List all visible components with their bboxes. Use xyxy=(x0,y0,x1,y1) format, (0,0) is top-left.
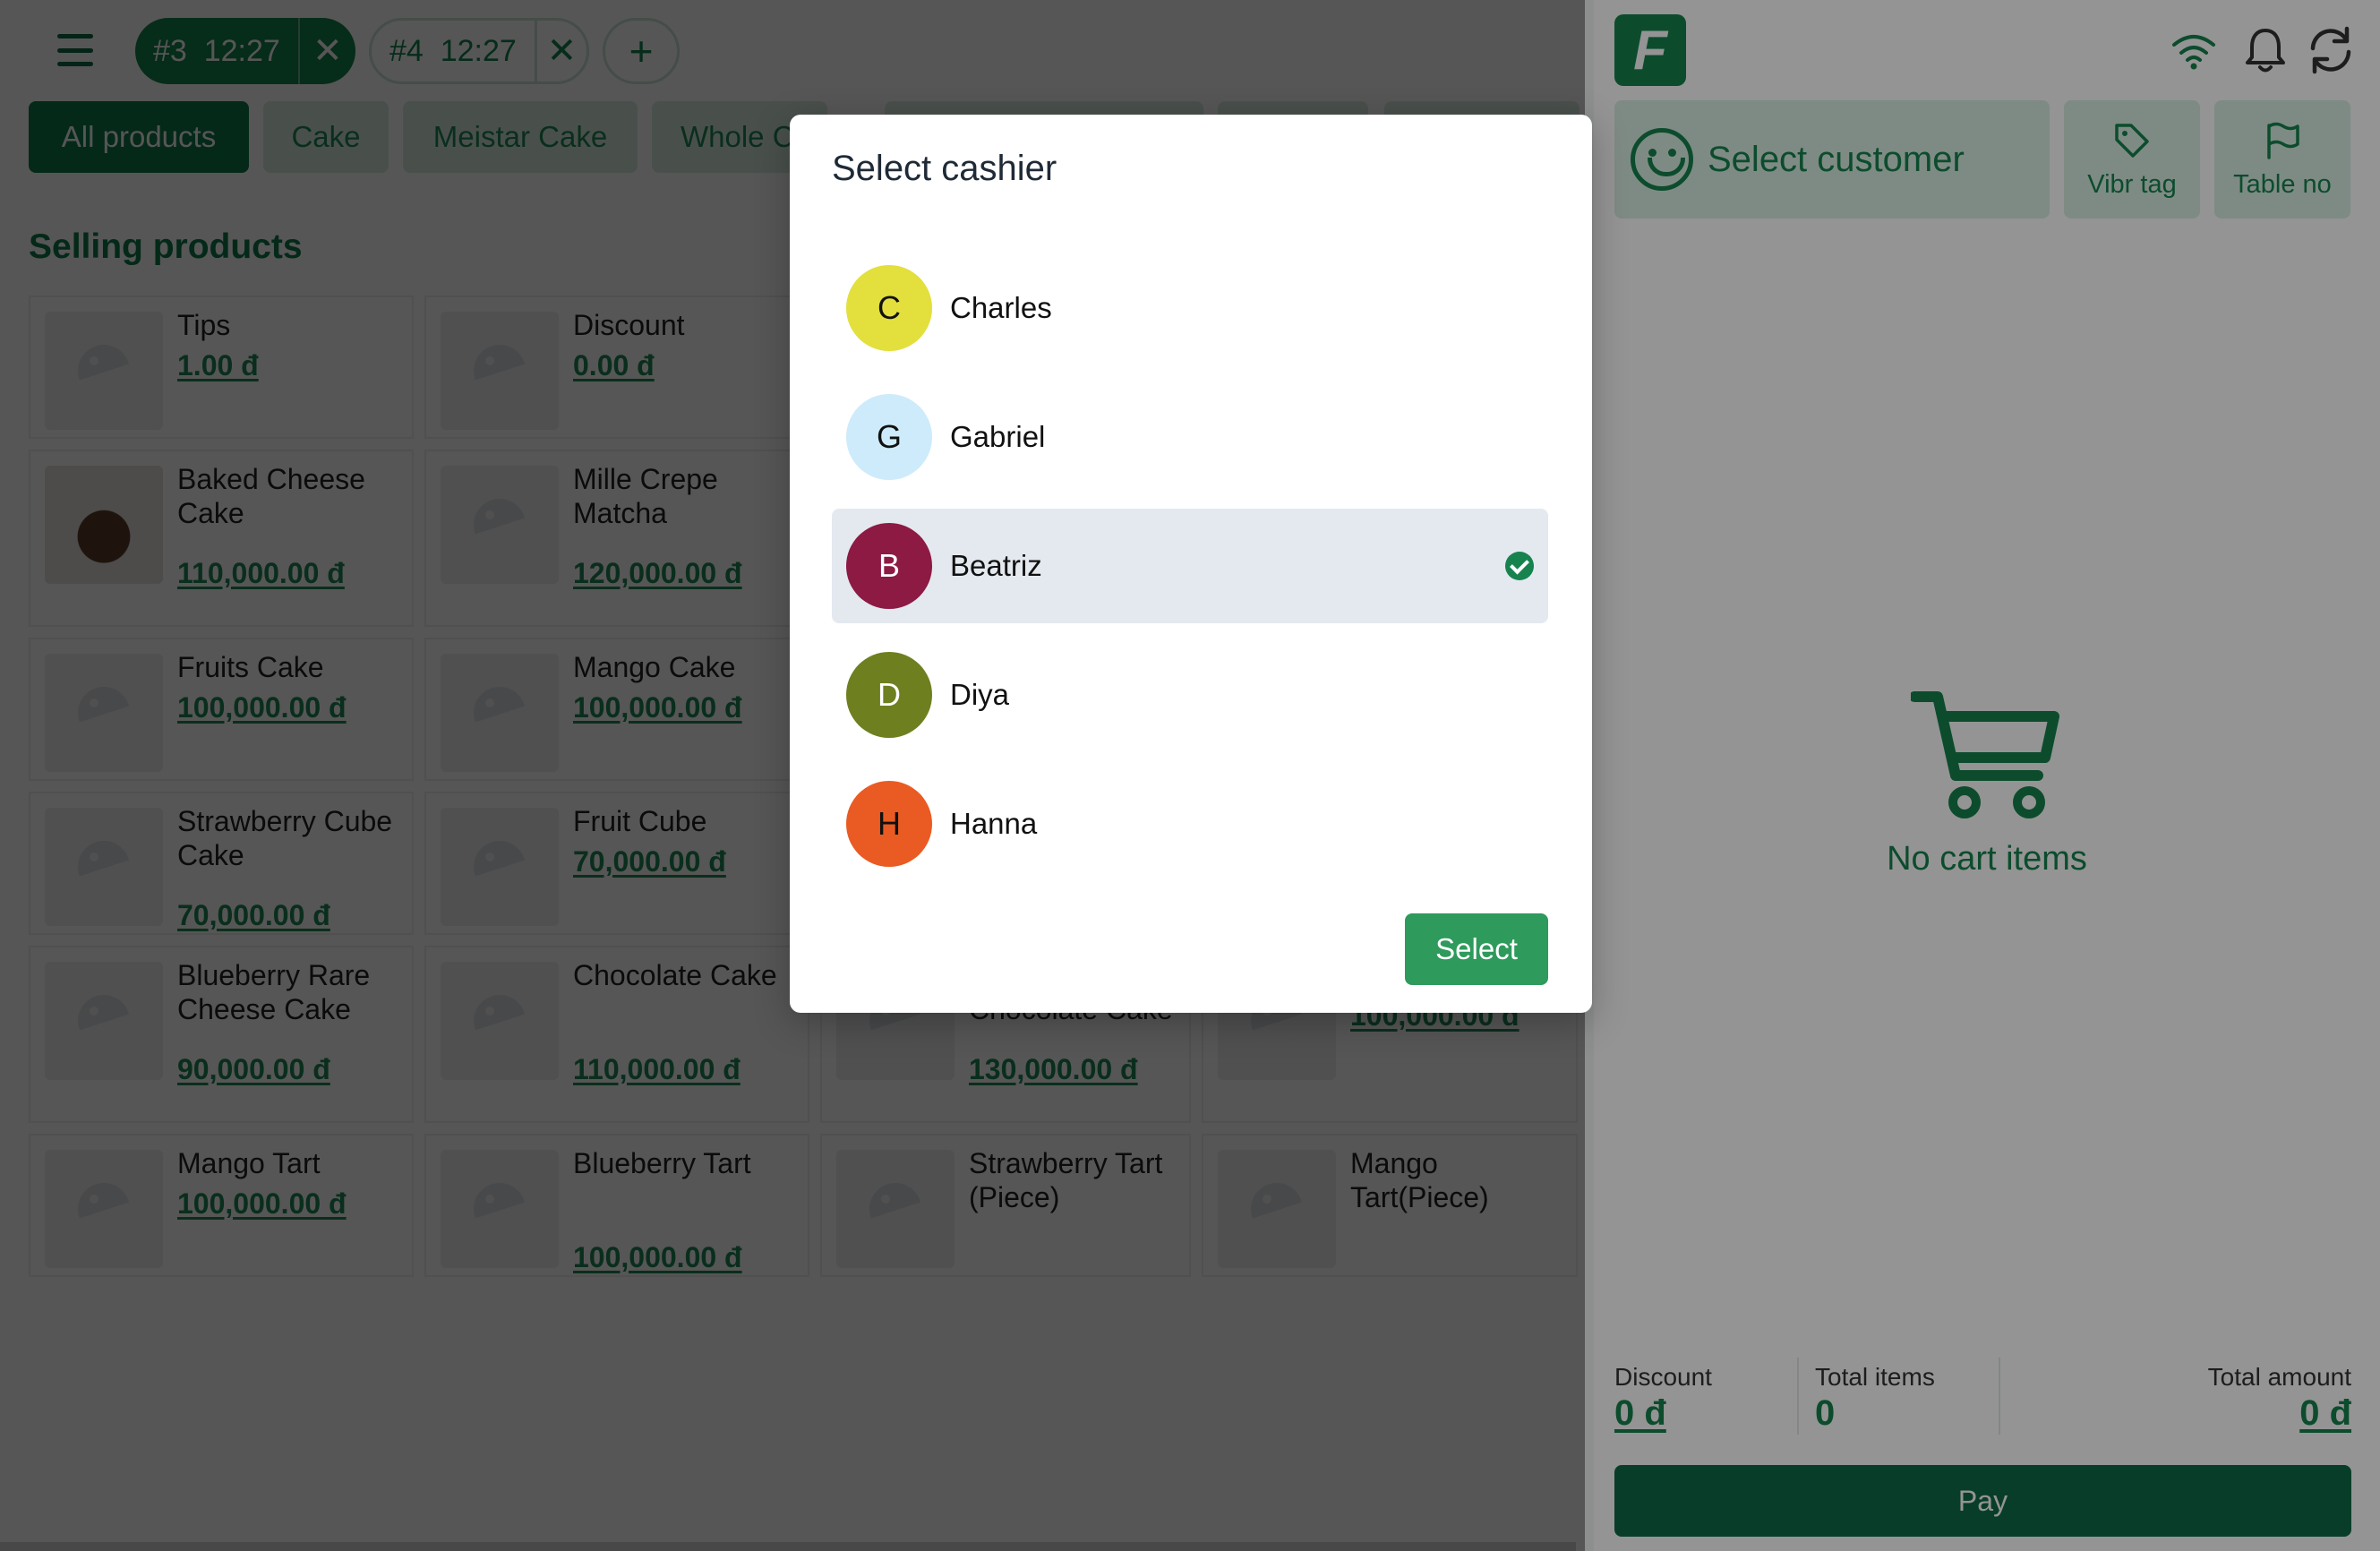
cashier-name: Diya xyxy=(950,678,1010,711)
cashier-option[interactable]: G Gabriel xyxy=(832,380,1548,494)
cashier-name: Beatriz xyxy=(950,549,1042,582)
avatar: H xyxy=(846,781,932,867)
dialog-title: Select cashier xyxy=(832,149,1057,188)
avatar: C xyxy=(846,265,932,351)
avatar: G xyxy=(846,394,932,480)
avatar: D xyxy=(846,652,932,738)
avatar: B xyxy=(846,523,932,609)
cashier-name: Charles xyxy=(950,291,1052,324)
cashier-option[interactable]: H Hanna xyxy=(832,767,1548,881)
cashier-name: Gabriel xyxy=(950,420,1046,453)
cashier-option[interactable]: B Beatriz xyxy=(832,509,1548,623)
cashier-option[interactable]: D Diya xyxy=(832,638,1548,752)
check-icon xyxy=(1505,552,1534,580)
cashier-name: Hanna xyxy=(950,807,1038,840)
select-cashier-dialog: Select cashier C Charles G Gabriel B Beatriz D… xyxy=(790,115,1592,1013)
select-button[interactable]: Select xyxy=(1405,913,1548,985)
cashier-option[interactable]: C Charles xyxy=(832,251,1548,365)
